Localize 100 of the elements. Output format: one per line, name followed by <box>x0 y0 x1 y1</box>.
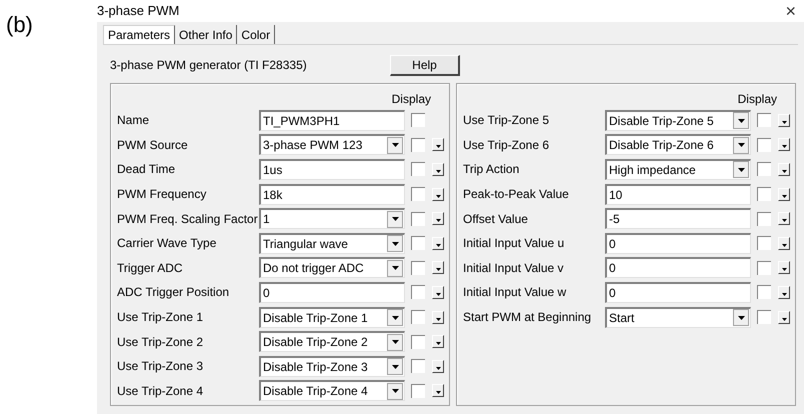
caret-icon <box>436 194 440 198</box>
dropdown[interactable]: Disable Trip-Zone 5 <box>605 110 751 131</box>
options-button[interactable] <box>778 114 790 127</box>
parameter-label: Start PWM at Beginning <box>463 309 592 326</box>
dropdown[interactable]: Start <box>605 306 751 328</box>
checkbox[interactable] <box>757 310 771 324</box>
checkbox[interactable] <box>757 162 771 176</box>
input-field[interactable]: TI_PWM3PH1 <box>259 110 405 131</box>
parameter-label: Use Trip-Zone 2 <box>117 334 204 351</box>
checkbox[interactable] <box>411 138 425 152</box>
parameter-label: Offset Value <box>463 210 529 228</box>
options-button[interactable] <box>778 236 790 250</box>
options-button[interactable] <box>778 261 790 274</box>
checkbox[interactable] <box>411 384 425 398</box>
checkbox[interactable] <box>757 236 771 250</box>
caret-icon <box>436 366 440 370</box>
checkbox[interactable] <box>757 113 771 128</box>
parameter-label: Use Trip-Zone 5 <box>463 112 550 130</box>
checkbox[interactable] <box>411 285 425 300</box>
input-field[interactable]: 10 <box>605 184 751 205</box>
dropdown[interactable]: High impedance <box>605 158 751 180</box>
options-button[interactable] <box>432 138 444 152</box>
input-field[interactable]: -5 <box>605 208 751 230</box>
options-button[interactable] <box>432 310 444 324</box>
options-button[interactable] <box>432 360 444 373</box>
caret-icon <box>436 219 440 222</box>
checkbox[interactable] <box>411 236 425 250</box>
parameter-label: Initial Input Value v <box>463 260 565 277</box>
parameter-label: Trip Action <box>463 161 520 178</box>
caret-icon <box>436 170 440 173</box>
options-button[interactable] <box>432 335 444 348</box>
dropdown[interactable]: 3-phase PWM 123 <box>259 134 405 156</box>
caret-icon <box>782 145 786 148</box>
input-field[interactable]: 0 <box>605 282 751 303</box>
parameter-label: Initial Input Value w <box>463 284 568 302</box>
parameter-label: PWM Source <box>117 136 189 154</box>
dropdown[interactable]: Do not trigger ADC <box>259 257 405 278</box>
options-button[interactable] <box>778 310 790 324</box>
caret-icon <box>782 120 786 124</box>
help-button[interactable]: Help <box>390 54 460 76</box>
input-field[interactable]: 1us <box>259 158 405 180</box>
caret-icon <box>782 194 786 198</box>
checkbox[interactable] <box>411 359 425 374</box>
checkbox[interactable] <box>411 162 425 176</box>
dropdown[interactable]: Disable Trip-Zone 4 <box>259 380 405 402</box>
checkbox[interactable] <box>757 285 771 300</box>
checkbox[interactable] <box>411 334 425 349</box>
options-button[interactable] <box>778 138 790 152</box>
input-field[interactable]: 0 <box>605 232 751 254</box>
description-text: 3-phase PWM generator (TI F28335) <box>110 57 308 74</box>
input-field[interactable]: 0 <box>605 257 751 278</box>
window-title: 3-phase PWM <box>97 2 180 20</box>
close-button[interactable]: × <box>785 2 796 20</box>
parameter-label: Carrier Wave Type <box>117 235 218 252</box>
parameter-label: Trigger ADC <box>117 260 184 277</box>
options-button[interactable] <box>432 236 444 250</box>
options-button[interactable] <box>778 188 790 201</box>
options-button[interactable] <box>778 162 790 176</box>
parameter-label: PWM Freq. Scaling Factor <box>117 210 259 228</box>
options-button[interactable] <box>432 188 444 201</box>
dropdown[interactable]: Disable Trip-Zone 2 <box>259 331 405 352</box>
caret-icon <box>436 391 440 394</box>
parameter-label: Peak-to-Peak Value <box>463 186 570 204</box>
dropdown[interactable]: 1 <box>259 208 405 230</box>
caret-icon <box>782 318 786 321</box>
parameter-label: PWM Frequency <box>117 186 208 204</box>
checkbox[interactable] <box>757 187 771 202</box>
options-button[interactable] <box>432 286 444 299</box>
checkbox[interactable] <box>411 187 425 202</box>
tab[interactable]: Parameters <box>103 25 176 44</box>
options-button[interactable] <box>432 384 444 398</box>
caret-icon <box>782 170 786 173</box>
caret-icon <box>782 219 786 222</box>
options-button[interactable] <box>432 162 444 176</box>
checkbox[interactable] <box>411 212 425 226</box>
parameter-label: Use Trip-Zone 4 <box>117 382 204 400</box>
input-field[interactable]: 0 <box>259 282 405 303</box>
options-button[interactable] <box>432 261 444 274</box>
parameter-label: Use Trip-Zone 3 <box>117 358 204 376</box>
checkbox[interactable] <box>411 113 425 128</box>
options-button[interactable] <box>778 286 790 299</box>
checkbox[interactable] <box>411 310 425 324</box>
options-button[interactable] <box>778 212 790 226</box>
checkbox[interactable] <box>757 212 771 226</box>
parameter-label: Initial Input Value u <box>463 235 566 252</box>
checkbox[interactable] <box>411 260 425 275</box>
caret-icon <box>782 292 786 296</box>
caret-icon <box>436 145 440 148</box>
caret-icon <box>436 342 440 346</box>
checkbox[interactable] <box>757 260 771 275</box>
dropdown[interactable]: Disable Trip-Zone 3 <box>259 356 405 377</box>
dropdown[interactable]: Triangular wave <box>259 232 405 254</box>
caret-icon <box>436 292 440 296</box>
checkbox[interactable] <box>757 138 771 152</box>
input-field[interactable]: 18k <box>259 184 405 205</box>
display-header: Display <box>738 91 777 108</box>
dropdown[interactable]: Disable Trip-Zone 1 <box>259 306 405 328</box>
dropdown[interactable]: Disable Trip-Zone 6 <box>605 134 751 156</box>
options-button[interactable] <box>432 212 444 226</box>
caret-icon <box>436 244 440 247</box>
